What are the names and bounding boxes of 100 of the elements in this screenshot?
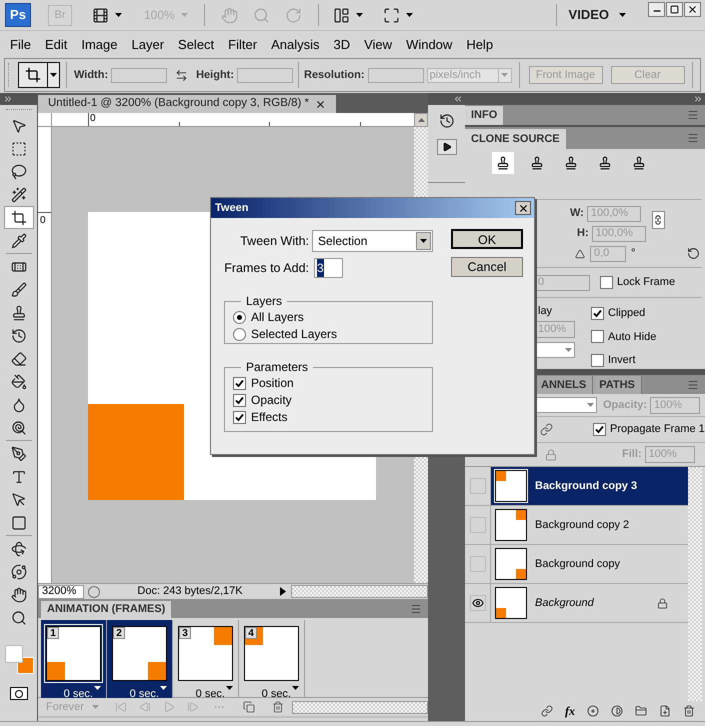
- menu-item[interactable]: Edit: [38, 34, 74, 54]
- close-icon[interactable]: [314, 98, 326, 110]
- layer-row[interactable]: Background: [490, 584, 688, 622]
- animation-frame[interactable]: 4 0 sec.: [239, 620, 305, 698]
- scrollbar[interactable]: [688, 467, 702, 701]
- document-tab[interactable]: Untitled-1 @ 3200% (Background copy 3, RGB/8) *: [38, 95, 336, 113]
- pointer-icon: [10, 118, 26, 134]
- radio-button[interactable]: [233, 310, 246, 324]
- panel-menu-icon[interactable]: [687, 109, 699, 121]
- layout-icon[interactable]: [332, 6, 350, 24]
- height-field[interactable]: [237, 68, 293, 82]
- animation-frame[interactable]: 1 0 sec.: [41, 620, 107, 698]
- collapse-icon[interactable]: [453, 94, 463, 104]
- mask-icon[interactable]: [587, 704, 599, 716]
- visibility-toggle[interactable]: [470, 556, 486, 572]
- lock-icon: [657, 598, 668, 608]
- status-icon[interactable]: [88, 586, 100, 598]
- radio-button[interactable]: [233, 328, 246, 340]
- layer-style-button[interactable]: fx: [565, 702, 575, 720]
- animation-frame[interactable]: 2 0 sec.: [107, 620, 173, 698]
- panel-menu-icon[interactable]: [687, 132, 699, 144]
- pipette-icon: [10, 232, 26, 248]
- duplicate-frame-icon[interactable]: [243, 701, 255, 713]
- menu-item[interactable]: Layer: [124, 34, 172, 54]
- workspace-switcher[interactable]: VIDEO: [568, 5, 609, 25]
- menu-item[interactable]: Select: [171, 34, 222, 54]
- tool-preset-picker[interactable]: [18, 62, 60, 88]
- checkbox[interactable]: [593, 423, 606, 436]
- scroll-up-button[interactable]: [414, 113, 428, 127]
- zoom-field[interactable]: 3200%: [38, 584, 84, 598]
- menu-item[interactable]: View: [357, 34, 400, 54]
- menu-item[interactable]: Help: [459, 34, 500, 54]
- close-button[interactable]: [515, 201, 531, 215]
- panel-menu-icon[interactable]: [410, 602, 422, 614]
- app-logo[interactable]: Ps: [5, 3, 31, 27]
- group-title: Parameters: [245, 359, 310, 376]
- blend-mode-dropdown[interactable]: [535, 397, 597, 413]
- menu-item[interactable]: Image: [74, 34, 124, 54]
- link-icon[interactable]: [541, 704, 553, 716]
- maximize-icon: [670, 5, 679, 14]
- animation-frame[interactable]: 3 0 sec.: [173, 620, 239, 698]
- panel-tab[interactable]: PATHS: [593, 376, 642, 394]
- layer-row[interactable]: Background copy 2: [490, 506, 688, 544]
- tool-button[interactable]: [4, 206, 34, 229]
- checkbox[interactable]: [591, 354, 604, 367]
- checkbox[interactable]: [591, 330, 604, 344]
- expand-icon[interactable]: [3, 94, 13, 104]
- visibility-toggle[interactable]: [470, 517, 486, 533]
- expand-icon[interactable]: [693, 94, 703, 104]
- reset-icon[interactable]: [687, 247, 700, 260]
- link-icon[interactable]: [540, 423, 553, 436]
- screen-mode-icon[interactable]: [382, 6, 400, 24]
- trash-icon[interactable]: [272, 701, 284, 713]
- dialog-button[interactable]: Cancel: [451, 257, 523, 277]
- minimize-button[interactable]: [648, 2, 665, 17]
- quick-mask-button[interactable]: [10, 687, 28, 700]
- menu-item[interactable]: Analysis: [264, 34, 326, 54]
- close-button[interactable]: [684, 2, 701, 17]
- play-icon[interactable]: [280, 587, 286, 596]
- crop-icon: [10, 210, 26, 226]
- checkbox[interactable]: [600, 276, 613, 289]
- adjustment-icon[interactable]: [611, 704, 623, 716]
- checkbox[interactable]: [233, 394, 246, 406]
- swap-icon[interactable]: [175, 68, 188, 82]
- dialog-button[interactable]: OK: [451, 229, 523, 249]
- frame-number: 2: [113, 627, 125, 639]
- panel-tab[interactable]: ANIMATION (FRAMES): [41, 601, 172, 618]
- panel-tab[interactable]: ANNELS: [535, 376, 594, 394]
- scrollbar[interactable]: [292, 700, 428, 714]
- history-icon[interactable]: [438, 113, 454, 129]
- visibility-toggle[interactable]: [470, 478, 486, 494]
- folder-icon[interactable]: [635, 704, 647, 716]
- width-field[interactable]: [111, 68, 168, 82]
- clone-source-button[interactable]: [492, 152, 514, 174]
- link-toggle[interactable]: [652, 210, 665, 228]
- menu-item[interactable]: File: [3, 34, 38, 54]
- checkbox[interactable]: [591, 306, 604, 320]
- tween-with-dropdown[interactable]: Selection: [312, 230, 433, 252]
- panel-tab[interactable]: INFO: [465, 106, 504, 125]
- panel-tab[interactable]: CLONE SOURCE: [465, 129, 566, 149]
- panel-menu-icon[interactable]: [687, 378, 699, 390]
- menu-item[interactable]: Filter: [221, 34, 264, 54]
- layer-row[interactable]: Background copy: [490, 545, 688, 583]
- scrollbar[interactable]: [291, 585, 428, 598]
- actions-button[interactable]: [436, 139, 456, 155]
- resolution-field[interactable]: [368, 68, 424, 82]
- layer-row[interactable]: Background copy 3: [490, 467, 688, 505]
- menu-item[interactable]: 3D: [326, 34, 358, 54]
- maximize-button[interactable]: [666, 2, 683, 17]
- dialog-title: Tween: [215, 200, 248, 216]
- visibility-toggle[interactable]: [470, 595, 486, 611]
- menu-item[interactable]: Window: [399, 34, 460, 54]
- new-layer-icon[interactable]: [659, 704, 671, 716]
- frames-field[interactable]: 3: [314, 258, 343, 278]
- blend-mode-dropdown[interactable]: [535, 342, 575, 358]
- trash-icon[interactable]: [683, 704, 695, 716]
- checkbox[interactable]: [233, 376, 246, 390]
- film-icon[interactable]: [92, 6, 109, 24]
- checkbox[interactable]: [233, 410, 246, 424]
- lasso-icon: [10, 164, 26, 180]
